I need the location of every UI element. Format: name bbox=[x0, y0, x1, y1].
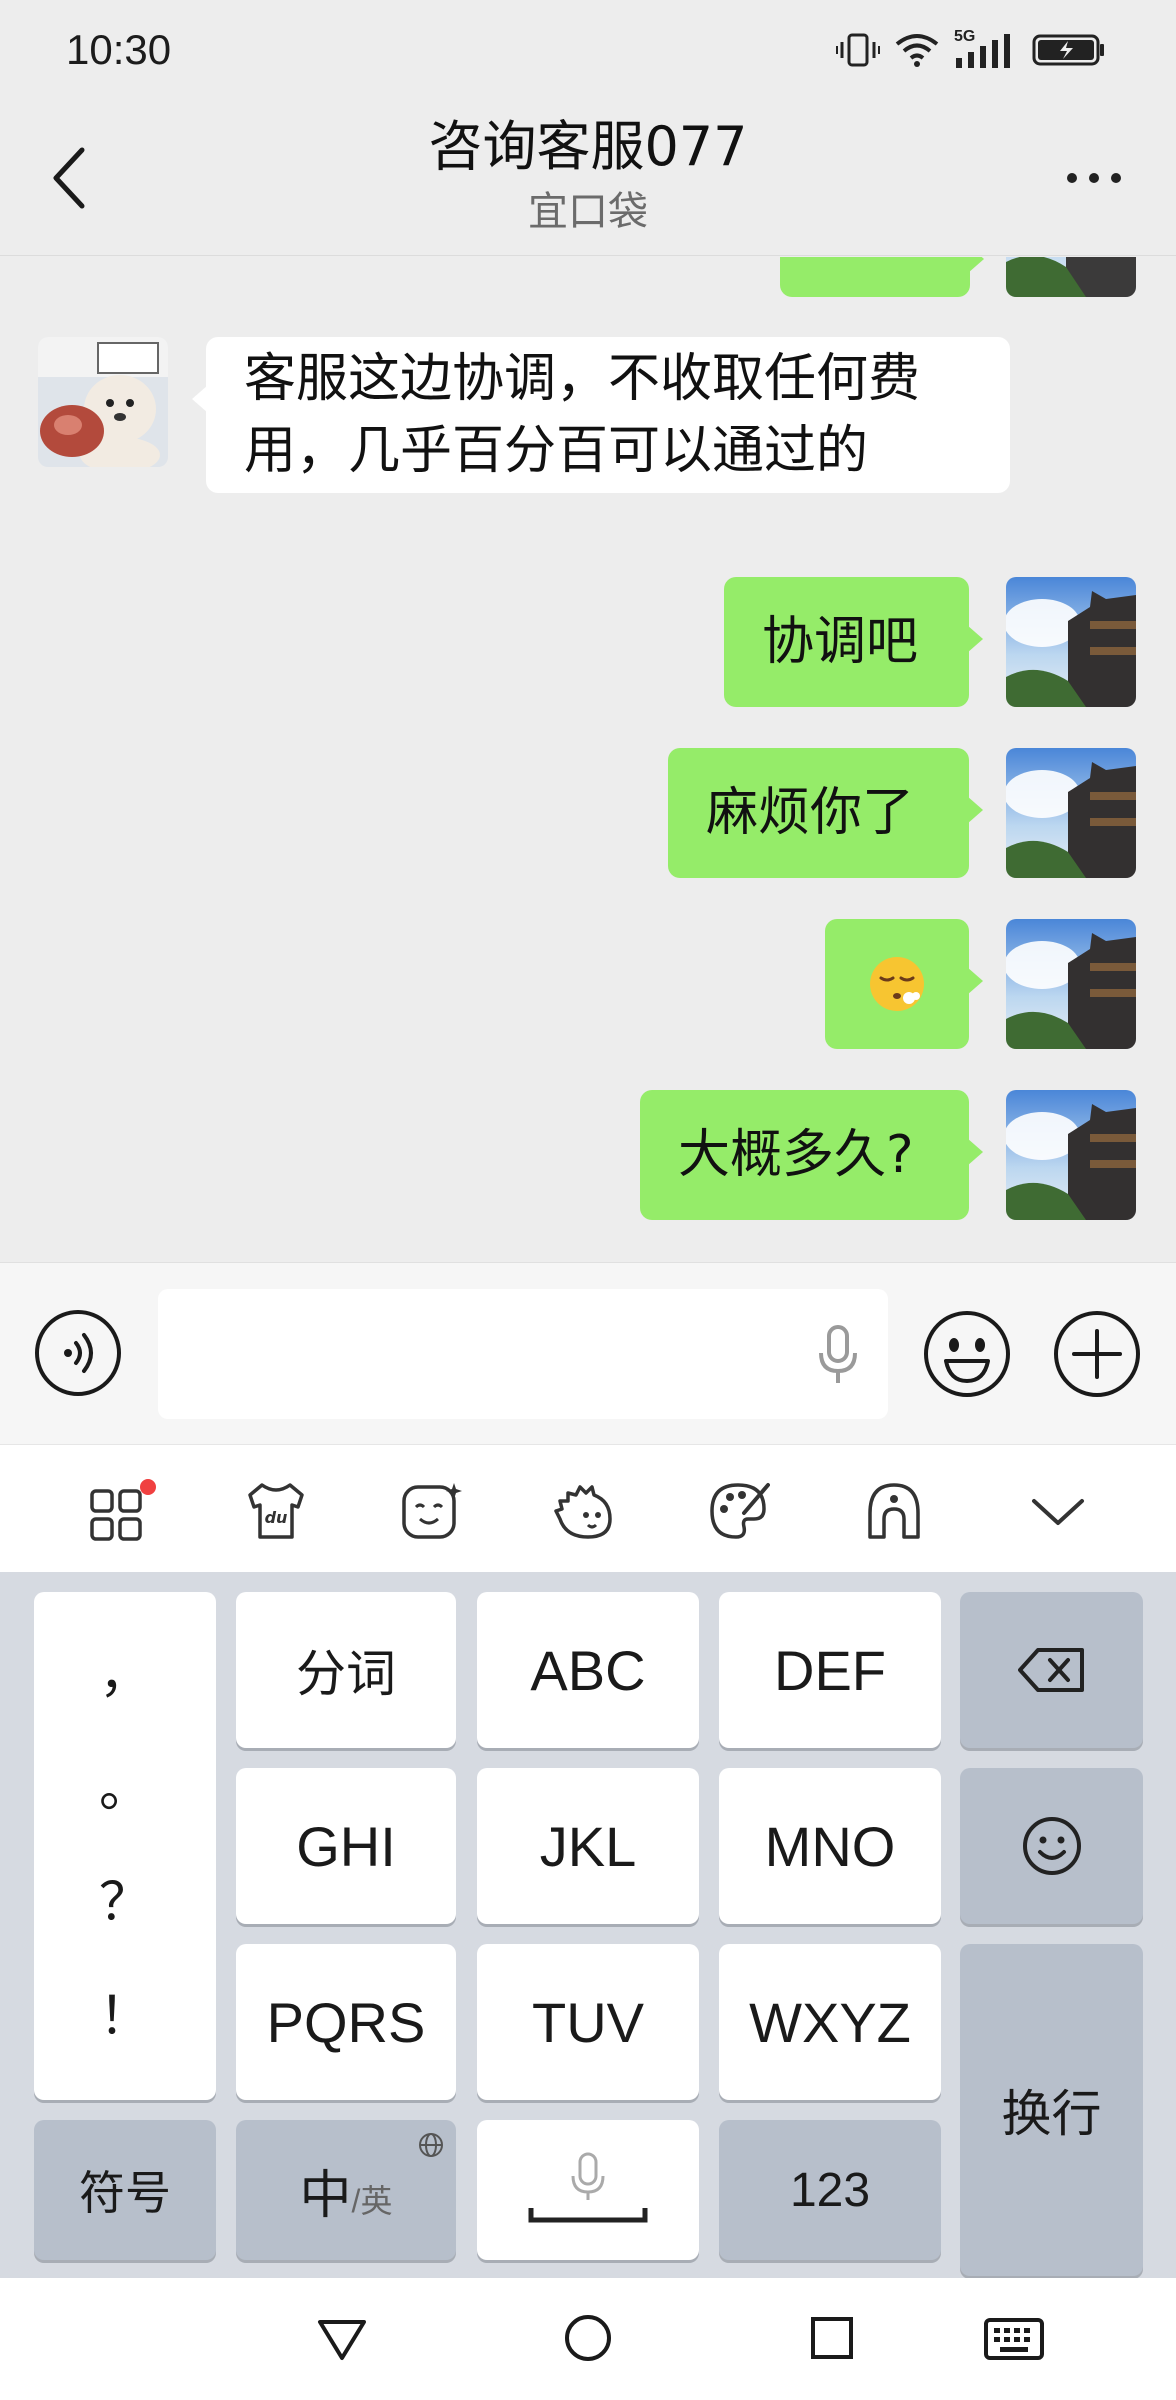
message-line: 客服这边协调，不收取任何费 bbox=[244, 349, 921, 409]
du-shirt-button[interactable]: du bbox=[244, 1479, 308, 1543]
nav-recents-button[interactable] bbox=[802, 2308, 862, 2368]
key-mno[interactable]: MNO bbox=[719, 1768, 941, 1924]
more-dots-icon bbox=[1067, 173, 1077, 183]
punctuation-column[interactable]: ， 。 ？ ！ bbox=[34, 1592, 216, 2100]
numbers-key[interactable]: 123 bbox=[719, 2120, 941, 2260]
apps-grid-icon bbox=[90, 1479, 156, 1541]
message-text: 大概多久? bbox=[678, 1125, 914, 1185]
message-input[interactable] bbox=[158, 1289, 888, 1419]
chat-messages[interactable]: 客服这边协调，不收取任何费 用，几乎百分百可以通过的 协调吧 麻烦你了 大概多久… bbox=[0, 257, 1176, 1262]
key-wxyz[interactable]: WXYZ bbox=[719, 1944, 941, 2100]
key-jkl[interactable]: JKL bbox=[477, 1768, 699, 1924]
hedgehog-sticker-icon bbox=[554, 1485, 612, 1539]
my-avatar[interactable] bbox=[1006, 577, 1136, 707]
collapse-chevron-icon bbox=[1032, 1499, 1084, 1525]
chat-title: 咨询客服077 bbox=[428, 115, 748, 178]
system-nav-bar bbox=[0, 2278, 1176, 2400]
emoji-button[interactable] bbox=[922, 1309, 1012, 1399]
emoji-icon bbox=[924, 1311, 1010, 1397]
recents-square-icon bbox=[811, 2317, 853, 2359]
more-functions-button[interactable] bbox=[1052, 1309, 1142, 1399]
smiley-key-icon bbox=[1022, 1817, 1081, 1875]
face-sticker-button[interactable] bbox=[398, 1479, 462, 1543]
my-avatar[interactable] bbox=[1006, 257, 1136, 297]
lang-alt-label: /英 bbox=[351, 2183, 393, 2219]
status-bar: 10:30 5G bbox=[0, 0, 1176, 100]
status-time: 10:30 bbox=[66, 26, 172, 73]
lang-main-label: 中 bbox=[299, 2166, 352, 2225]
key-ghi[interactable]: GHI bbox=[236, 1768, 456, 1924]
key-fenci[interactable]: 分词 bbox=[236, 1592, 456, 1748]
key-abc[interactable]: ABC bbox=[477, 1592, 699, 1748]
globe-icon bbox=[419, 2133, 443, 2157]
status-icons: 5G bbox=[836, 26, 1106, 74]
nav-keyboard-button[interactable] bbox=[982, 2308, 1046, 2368]
message-text: 协调吧 bbox=[762, 612, 919, 672]
title-block: 咨询客服077 宜口袋 bbox=[0, 112, 1176, 242]
palette-icon bbox=[710, 1483, 770, 1539]
message-bubble-partial[interactable] bbox=[780, 257, 984, 297]
microphone-icon[interactable] bbox=[818, 1325, 858, 1385]
chat-header: 咨询客服077 宜口袋 bbox=[0, 100, 1176, 256]
symbols-key[interactable]: 符号 bbox=[34, 2120, 216, 2260]
my-avatar[interactable] bbox=[1006, 1090, 1136, 1220]
message-bubble-sent[interactable]: 协调吧 bbox=[724, 577, 983, 707]
palette-button[interactable] bbox=[706, 1479, 770, 1543]
message-bubble-sent[interactable]: 大概多久? bbox=[640, 1090, 983, 1220]
backspace-key[interactable] bbox=[960, 1592, 1143, 1748]
enter-key[interactable]: 换行 bbox=[960, 1944, 1143, 2276]
space-key[interactable] bbox=[477, 2120, 699, 2260]
contact-avatar[interactable] bbox=[38, 337, 168, 467]
key-tuv[interactable]: TUV bbox=[477, 1944, 699, 2100]
my-avatar[interactable] bbox=[1006, 919, 1136, 1049]
battery-icon bbox=[1032, 34, 1104, 66]
message-line: 用，几乎百分百可以通过的 bbox=[244, 421, 869, 481]
key-def[interactable]: DEF bbox=[719, 1592, 941, 1748]
message-bubble-received[interactable]: 客服这边协调，不收取任何费 用，几乎百分百可以通过的 bbox=[192, 337, 1010, 493]
nav-home-button[interactable] bbox=[558, 2308, 618, 2368]
handwriting-icon bbox=[868, 1483, 920, 1539]
back-triangle-icon bbox=[318, 2320, 366, 2360]
vibrate-icon bbox=[836, 33, 880, 67]
key-exclaim[interactable]: ！ bbox=[99, 1987, 151, 2047]
chat-subtitle: 宜口袋 bbox=[528, 189, 648, 235]
keyboard-toolbar: du bbox=[0, 1444, 1176, 1572]
face-sticker-icon bbox=[402, 1483, 462, 1539]
voice-mode-button[interactable] bbox=[34, 1309, 122, 1397]
backspace-icon bbox=[1017, 1648, 1084, 1692]
more-options-button[interactable] bbox=[1052, 156, 1136, 200]
key-period[interactable]: 。 bbox=[99, 1759, 151, 1819]
voice-mode-icon bbox=[35, 1310, 121, 1396]
ime-keyboard: ， 。 ？ ！ 分词 ABC DEF GHI JKL MNO PQRS TUV … bbox=[0, 1572, 1176, 2278]
handwriting-button[interactable] bbox=[862, 1479, 926, 1543]
message-text: 麻烦你了 bbox=[706, 783, 915, 843]
collapse-keyboard-button[interactable] bbox=[1026, 1479, 1090, 1543]
wifi-icon bbox=[895, 34, 939, 67]
nav-back-button[interactable] bbox=[312, 2308, 372, 2368]
home-circle-icon bbox=[565, 2315, 611, 2361]
space-bar-icon bbox=[528, 2152, 648, 2223]
notification-dot bbox=[140, 1479, 156, 1495]
svg-text:du: du bbox=[265, 1508, 288, 1527]
message-bubble-emoji[interactable] bbox=[825, 919, 983, 1049]
key-comma[interactable]: ， bbox=[99, 1645, 151, 1705]
emoji-key[interactable] bbox=[960, 1768, 1143, 1924]
plus-icon bbox=[1054, 1311, 1140, 1397]
signal-icon: 5G bbox=[954, 28, 1018, 70]
apps-grid-button[interactable] bbox=[86, 1479, 156, 1543]
keyboard-icon bbox=[984, 2318, 1044, 2360]
key-pqrs[interactable]: PQRS bbox=[236, 1944, 456, 2100]
du-shirt-icon: du bbox=[248, 1483, 304, 1539]
language-switch-key[interactable]: 中 /英 bbox=[236, 2120, 456, 2260]
hedgehog-sticker-button[interactable] bbox=[552, 1479, 616, 1543]
key-question[interactable]: ？ bbox=[99, 1873, 151, 1933]
message-input-bar bbox=[0, 1262, 1176, 1444]
exhale-emoji-icon bbox=[870, 957, 924, 1011]
message-bubble-sent[interactable]: 麻烦你了 bbox=[668, 748, 983, 878]
my-avatar[interactable] bbox=[1006, 748, 1136, 878]
